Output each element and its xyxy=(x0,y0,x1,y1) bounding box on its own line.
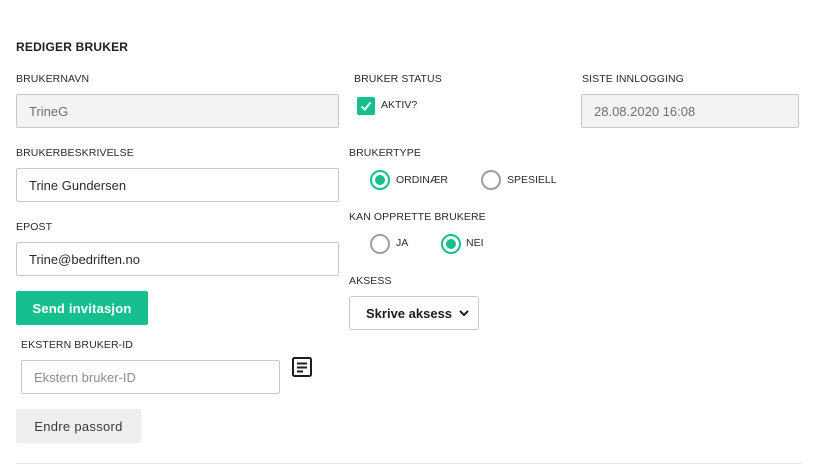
external-id-input[interactable] xyxy=(21,360,280,394)
page-title: REDIGER BRUKER xyxy=(16,40,129,54)
status-label: BRUKER STATUS xyxy=(354,73,442,85)
external-id-label: EKSTERN BRUKER-ID xyxy=(21,339,133,351)
active-checkbox[interactable] xyxy=(357,97,375,115)
last-login-field: 28.08.2020 16:08 xyxy=(581,94,799,128)
can-create-users-label: KAN OPPRETTE BRUKERE xyxy=(349,211,486,223)
active-checkbox-label: AKTIV? xyxy=(381,99,418,111)
last-login-label: SISTE INNLOGGING xyxy=(582,73,684,85)
email-field[interactable]: Trine@bedriften.no xyxy=(16,242,339,276)
email-label: EPOST xyxy=(16,221,53,233)
access-select-value: Skrive aksess xyxy=(366,305,453,321)
radio-no-label: NEI xyxy=(466,237,484,249)
checkmark-icon xyxy=(360,101,372,111)
change-password-button[interactable]: Endre passord xyxy=(16,409,141,443)
radio-special-label: SPESIELL xyxy=(507,174,557,186)
username-field: TrineG xyxy=(16,94,339,128)
chevron-down-icon xyxy=(459,310,469,317)
radio-ordinary[interactable] xyxy=(370,170,390,190)
access-label: AKSESS xyxy=(349,275,392,287)
access-select[interactable]: Skrive aksess xyxy=(349,296,479,330)
document-lines-icon[interactable] xyxy=(291,356,313,378)
radio-ordinary-label: ORDINÆR xyxy=(396,174,448,186)
send-invitation-button[interactable]: Send invitasjon xyxy=(16,291,148,325)
radio-yes[interactable] xyxy=(370,234,390,254)
radio-special[interactable] xyxy=(481,170,501,190)
radio-yes-label: JA xyxy=(396,237,409,249)
divider xyxy=(16,463,802,464)
description-label: BRUKERBESKRIVELSE xyxy=(16,147,134,159)
username-label: BRUKERNAVN xyxy=(16,73,90,85)
radio-no[interactable] xyxy=(441,234,461,254)
user-type-label: BRUKERTYPE xyxy=(349,147,421,159)
description-field[interactable]: Trine Gundersen xyxy=(16,168,339,202)
